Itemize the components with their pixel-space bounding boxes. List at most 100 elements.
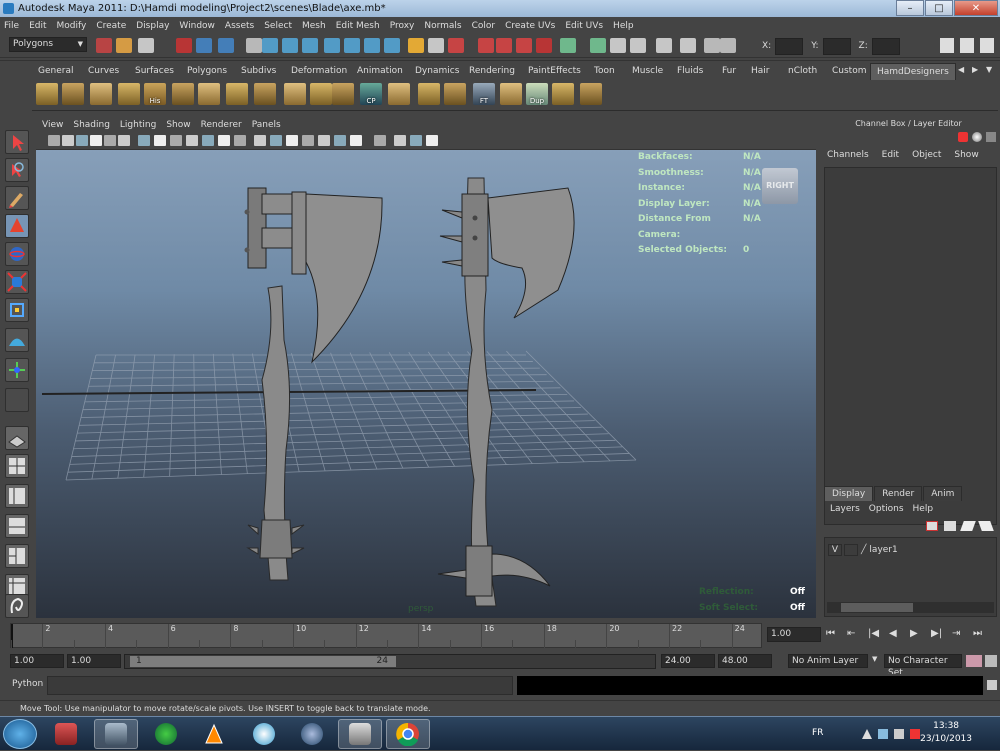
shelf-tool-icon[interactable]: [332, 83, 354, 105]
layer-visibility-toggle[interactable]: V: [828, 544, 842, 556]
show-manipulator-icon[interactable]: [5, 358, 29, 382]
viewport-tool-icon[interactable]: [334, 135, 346, 146]
taskbar-app-6[interactable]: [290, 719, 334, 749]
channel-box-menu-object[interactable]: Object: [912, 150, 941, 160]
x-field[interactable]: [775, 37, 804, 55]
menu-create[interactable]: Create: [96, 21, 126, 31]
taskbar-vlc[interactable]: [192, 719, 236, 749]
shelf-tool-icon[interactable]: [552, 83, 574, 105]
status-tool-icon[interactable]: [384, 38, 400, 53]
z-field[interactable]: [871, 37, 900, 55]
layer-menu-help[interactable]: Help: [913, 504, 934, 514]
layout-four-icon[interactable]: [5, 454, 29, 478]
viewport-tool-icon[interactable]: [104, 135, 116, 146]
status-tool-icon[interactable]: [610, 38, 626, 53]
play-forwards-icon[interactable]: ▶: [910, 628, 918, 639]
lasso-tool-icon[interactable]: [5, 158, 29, 182]
soft-mod-tool-icon[interactable]: [5, 328, 29, 352]
status-tool-icon[interactable]: [176, 38, 192, 53]
shelf-tab-toon[interactable]: Toon: [594, 63, 615, 80]
shelf-tab-surfaces[interactable]: Surfaces: [135, 63, 174, 80]
anim-start-field[interactable]: 1.00: [10, 654, 64, 668]
viewport-tool-icon[interactable]: [254, 135, 266, 146]
status-tool-icon[interactable]: [720, 38, 736, 53]
layout-hypershade-icon[interactable]: [5, 544, 29, 568]
status-tool-icon[interactable]: [96, 38, 112, 53]
axe-model-right[interactable]: [437, 177, 575, 607]
viewport-tool-icon[interactable]: [218, 135, 230, 146]
anim-layer-dropdown[interactable]: No Anim Layer: [788, 654, 868, 668]
custom-script-icon[interactable]: [5, 594, 29, 618]
layer-name[interactable]: layer1: [869, 545, 897, 555]
shelf-tab-polygons[interactable]: Polygons: [187, 63, 227, 80]
universal-manipulator-icon[interactable]: [5, 298, 29, 322]
status-tool-icon[interactable]: [302, 38, 318, 53]
anim-end-field[interactable]: 48.00: [718, 654, 772, 668]
status-tool-icon[interactable]: [536, 38, 552, 53]
viewport-tool-icon[interactable]: [90, 135, 102, 146]
channel-box-menu-edit[interactable]: Edit: [882, 150, 899, 160]
viewport-tool-icon[interactable]: [118, 135, 130, 146]
shelf-tab-general[interactable]: General: [38, 63, 73, 80]
new-layer-selected-icon[interactable]: [944, 521, 956, 531]
status-tool-icon[interactable]: [448, 38, 464, 53]
shelf-tool-icon[interactable]: [580, 83, 602, 105]
status-tool-icon[interactable]: [282, 38, 298, 53]
layer-tab-render[interactable]: Render: [874, 486, 923, 501]
status-tool-icon[interactable]: [516, 38, 532, 53]
scale-tool-icon[interactable]: [5, 270, 29, 294]
channel-box-menu-channels[interactable]: Channels: [827, 150, 869, 160]
network-icon[interactable]: [878, 729, 888, 739]
status-tool-icon[interactable]: [590, 38, 606, 53]
shelf-tab-custom[interactable]: Custom: [832, 63, 866, 80]
menu-window[interactable]: Window: [179, 21, 215, 31]
menu-help[interactable]: Help: [613, 21, 634, 31]
shelf-scroll-right-icon[interactable]: ▶: [972, 65, 978, 74]
layer-row[interactable]: V ╱ layer1: [828, 543, 993, 557]
character-set-dropdown[interactable]: No Character Set: [884, 654, 962, 678]
viewport-menu-shading[interactable]: Shading: [73, 120, 110, 130]
attribute-editor-toggle-icon[interactable]: [980, 38, 994, 53]
go-to-end-icon[interactable]: ⏭: [973, 628, 982, 639]
status-tool-icon[interactable]: [116, 38, 132, 53]
viewport-menu-view[interactable]: View: [42, 120, 63, 130]
taskbar-app-1[interactable]: [44, 719, 88, 749]
preferences-icon[interactable]: [985, 655, 997, 667]
shelf-tool-icon[interactable]: [310, 83, 332, 105]
status-tool-icon[interactable]: [560, 38, 576, 53]
status-tool-icon[interactable]: [428, 38, 444, 53]
viewport-tool-icon[interactable]: [76, 135, 88, 146]
viewport-tool-icon[interactable]: [374, 135, 386, 146]
shelf-tool-icon[interactable]: [418, 83, 440, 105]
viewport-tool-icon[interactable]: [426, 135, 438, 146]
shelf-duplicate-button[interactable]: Dup: [526, 83, 548, 105]
shelf-tool-icon[interactable]: [36, 83, 58, 105]
new-layer-icon[interactable]: [926, 521, 938, 531]
viewport-tool-icon[interactable]: [202, 135, 214, 146]
layer-menu-layers[interactable]: Layers: [830, 504, 860, 514]
go-to-start-icon[interactable]: ⏮: [826, 628, 835, 639]
viewport-menu-lighting[interactable]: Lighting: [120, 120, 156, 130]
viewport-tool-icon[interactable]: [154, 135, 166, 146]
shelf-tab-painteffects[interactable]: PaintEffects: [528, 63, 581, 80]
menu-display[interactable]: Display: [136, 21, 169, 31]
viewcube[interactable]: RIGHT: [762, 168, 798, 204]
status-tool-icon[interactable]: [218, 38, 234, 53]
menu-assets[interactable]: Assets: [225, 21, 254, 31]
action-center-icon[interactable]: [910, 729, 920, 739]
taskbar-app-5[interactable]: [242, 719, 286, 749]
menu-select[interactable]: Select: [264, 21, 292, 31]
menu-edit-mesh[interactable]: Edit Mesh: [336, 21, 380, 31]
taskbar-app-3[interactable]: [144, 719, 188, 749]
step-forward-key-icon[interactable]: ⇥: [952, 628, 960, 639]
taskbar-chrome[interactable]: [386, 719, 430, 749]
viewport-tool-icon[interactable]: [62, 135, 74, 146]
status-tool-icon[interactable]: [656, 38, 672, 53]
menu-color[interactable]: Color: [472, 21, 496, 31]
shelf-tool-icon[interactable]: [172, 83, 194, 105]
minimize-button[interactable]: –: [896, 0, 924, 16]
step-back-frame-icon[interactable]: |◀: [868, 628, 879, 639]
viewport-tool-icon[interactable]: [138, 135, 150, 146]
layer-type-toggle[interactable]: [844, 544, 858, 556]
range-slider-handle[interactable]: 1 24: [130, 656, 396, 667]
